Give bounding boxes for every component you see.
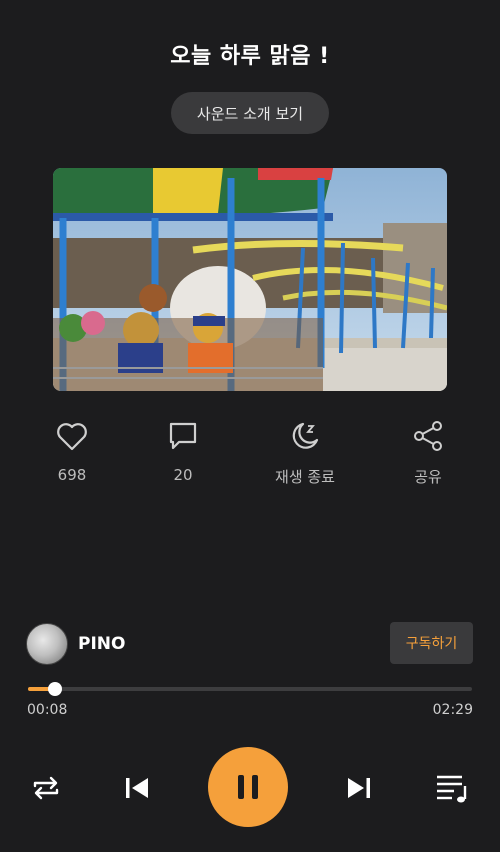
comment-button[interactable]: 20 bbox=[143, 418, 223, 484]
progress-handle[interactable] bbox=[47, 682, 62, 696]
comment-count: 20 bbox=[173, 466, 193, 484]
sleep-timer-icon bbox=[292, 422, 319, 449]
heart-icon bbox=[57, 423, 87, 451]
amusement-park-photo bbox=[53, 168, 447, 391]
avatar[interactable] bbox=[26, 623, 68, 665]
page-title: 오늘 하루 맑음 ! bbox=[170, 44, 330, 69]
like-count: 698 bbox=[57, 466, 87, 484]
repeat-icon bbox=[33, 776, 59, 800]
skip-next-icon bbox=[348, 778, 370, 798]
pause-icon bbox=[238, 775, 258, 799]
cover-image bbox=[53, 168, 447, 391]
action-bar: 698 20 재생 종료 공유 bbox=[0, 418, 500, 498]
sleep-timer-label: 재생 종료 bbox=[275, 468, 335, 486]
sound-intro-button[interactable]: 사운드 소개 보기 bbox=[171, 92, 329, 134]
next-button[interactable] bbox=[342, 770, 378, 806]
play-pause-button[interactable] bbox=[208, 747, 288, 827]
progress-bar[interactable] bbox=[28, 682, 472, 696]
comment-icon bbox=[169, 422, 197, 450]
share-label: 공유 bbox=[414, 468, 442, 486]
skip-previous-icon bbox=[126, 778, 148, 798]
total-time: 02:29 bbox=[432, 702, 473, 718]
like-button[interactable]: 698 bbox=[32, 418, 112, 484]
playlist-button[interactable] bbox=[432, 768, 472, 808]
previous-button[interactable] bbox=[118, 770, 154, 806]
repeat-button[interactable] bbox=[28, 770, 64, 806]
share-button[interactable]: 공유 bbox=[388, 418, 468, 487]
sleep-timer-button[interactable]: 재생 종료 bbox=[265, 418, 345, 487]
playlist-icon bbox=[437, 775, 467, 803]
subscribe-button[interactable]: 구독하기 bbox=[390, 622, 473, 664]
current-time: 00:08 bbox=[27, 702, 68, 718]
artist-name[interactable]: PINO bbox=[78, 634, 125, 654]
share-icon bbox=[414, 421, 442, 451]
artist-info[interactable]: PINO bbox=[26, 622, 125, 666]
